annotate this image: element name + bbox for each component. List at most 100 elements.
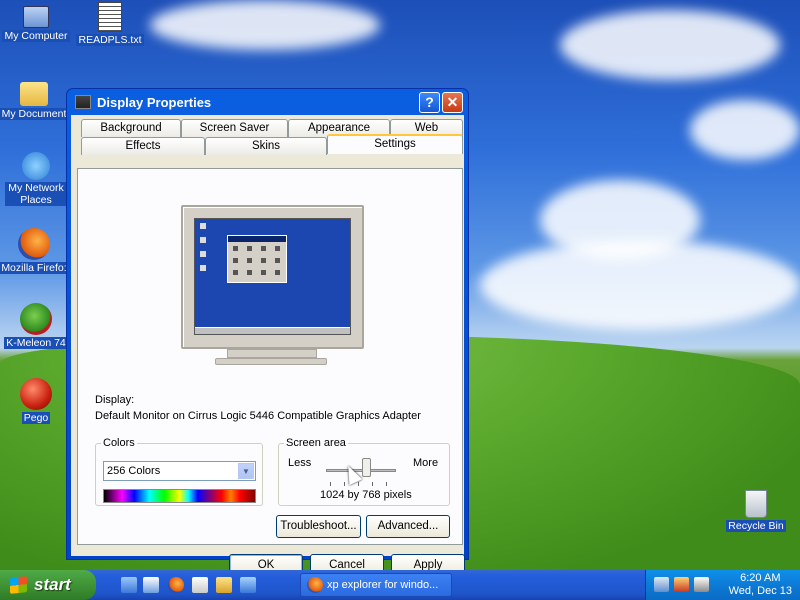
dialog-body: Background Screen Saver Appearance Web E… <box>71 115 465 577</box>
start-button[interactable]: start <box>0 570 96 600</box>
colors-group: Colors 256 Colors ▼ <box>95 437 263 506</box>
desktop-icon-label: K-Meleon 74 <box>4 337 68 349</box>
cloud <box>480 240 800 330</box>
cloud <box>690 100 800 160</box>
tab-settings[interactable]: Settings <box>327 134 463 154</box>
desktop-icon-label: My Computer <box>2 30 70 42</box>
pego-icon <box>20 378 52 410</box>
chevron-down-icon[interactable]: ▼ <box>238 463 254 479</box>
monitor-base <box>215 358 327 365</box>
colors-selected-value: 256 Colors <box>107 465 161 477</box>
more-label: More <box>413 457 439 469</box>
notepad-icon[interactable] <box>192 577 208 593</box>
firefox-quicklaunch-icon[interactable] <box>168 577 184 593</box>
media-icon[interactable] <box>240 577 256 593</box>
mini-icon <box>261 246 266 251</box>
mini-icon <box>261 270 266 275</box>
mini-icon <box>247 258 252 263</box>
color-palette-bar <box>103 489 256 503</box>
desktop-icon-network-places[interactable]: My Network Places <box>0 152 74 206</box>
clock-time: 6:20 AM <box>740 572 781 584</box>
less-label: Less <box>288 457 312 469</box>
show-desktop-icon[interactable] <box>121 577 137 593</box>
desktop-icon-label: Recycle Bin <box>726 520 786 532</box>
firefox-icon <box>18 228 50 260</box>
resolution-slider-track[interactable] <box>326 469 396 472</box>
screen-area-legend: Screen area <box>284 437 348 449</box>
clock-date: Wed, Dec 13 <box>728 585 792 597</box>
display-tray-icon[interactable] <box>694 577 709 592</box>
tab-effects[interactable]: Effects <box>81 137 205 155</box>
system-tray: 6:20 AM Wed, Dec 13 <box>645 570 800 600</box>
screen-area-group: Screen area Less More 1024 by 768 pixels <box>278 437 450 506</box>
desktop-icon-label: Mozilla Firefo: <box>0 262 69 274</box>
resolution-slider-thumb[interactable] <box>362 458 371 477</box>
desktop-icon-readpls[interactable]: READPLS.txt <box>72 2 148 46</box>
mini-icon <box>261 258 266 263</box>
recycle-bin-icon <box>745 490 767 518</box>
tab-screen-saver[interactable]: Screen Saver <box>181 119 288 137</box>
desktop-icon-my-documents[interactable]: My Document <box>0 78 72 120</box>
settings-panel: Display: Default Monitor on Cirrus Logic… <box>77 168 463 545</box>
resolution-value: 1024 by 768 pixels <box>320 489 412 501</box>
mini-icon <box>247 270 252 275</box>
mini-window-titlebar <box>228 236 286 242</box>
slider-tick <box>330 482 331 486</box>
clock[interactable]: 6:20 AM Wed, Dec 13 <box>729 572 792 598</box>
tab-background[interactable]: Background <box>81 119 181 137</box>
start-label: start <box>34 575 71 594</box>
monitor-screen <box>194 218 351 335</box>
text-file-icon <box>98 2 122 32</box>
monitor-preview <box>181 205 364 349</box>
mini-icon <box>233 246 238 251</box>
mini-taskbar <box>195 327 350 334</box>
mini-desktop-icon <box>200 237 206 243</box>
troubleshoot-button[interactable]: Troubleshoot... <box>276 515 361 538</box>
desktop-icon-label: READPLS.txt <box>76 34 144 46</box>
mini-icon <box>247 246 252 251</box>
desktop-icon-k-meleon[interactable]: K-Meleon 74 <box>0 303 74 349</box>
search-icon[interactable] <box>216 577 232 593</box>
tab-skins[interactable]: Skins <box>205 137 327 155</box>
computer-icon <box>23 6 49 28</box>
desktop-icon-firefox[interactable]: Mozilla Firefo: <box>0 228 72 274</box>
desktop-icon-label: My Document <box>0 108 69 120</box>
mini-icon <box>233 270 238 275</box>
colors-dropdown[interactable]: 256 Colors ▼ <box>103 461 256 481</box>
monitor-stand <box>227 349 317 358</box>
taskbar-item-firefox[interactable]: xp explorer for windo... <box>300 573 452 597</box>
windows-flag-icon <box>10 576 27 594</box>
taskbar: start xp explorer for windo... 6:20 AM W… <box>0 570 800 600</box>
mini-icon <box>275 270 280 275</box>
desktop-icon-recycle-bin[interactable]: Recycle Bin <box>718 490 794 532</box>
mini-icon <box>275 246 280 251</box>
mini-icon <box>233 258 238 263</box>
display-icon <box>75 95 91 109</box>
display-label: Display: <box>95 394 135 406</box>
display-adapter-value: Default Monitor on Cirrus Logic 5446 Com… <box>95 410 421 422</box>
firefox-icon <box>307 577 323 593</box>
network-icon <box>22 152 50 180</box>
security-tray-icon[interactable] <box>674 577 689 592</box>
advanced-button[interactable]: Advanced... <box>366 515 450 538</box>
close-button[interactable]: ✕ <box>442 92 463 113</box>
title-bar[interactable]: Display Properties ? ✕ <box>71 89 464 115</box>
desktop-icon-pego[interactable]: Pego <box>0 378 74 424</box>
slider-tick <box>372 482 373 486</box>
colors-legend: Colors <box>101 437 137 449</box>
folder-icon <box>20 82 48 106</box>
desktop-icon-label: My Network Places <box>5 182 67 206</box>
taskbar-item-label: xp explorer for windo... <box>327 579 439 591</box>
display-properties-window[interactable]: Display Properties ? ✕ Background Screen… <box>66 88 469 577</box>
desktop-icon-label: Pego <box>21 412 51 424</box>
explorer-icon[interactable] <box>143 577 159 593</box>
slider-tick <box>344 482 345 486</box>
mini-desktop-icon <box>200 265 206 271</box>
mini-desktop-icon <box>200 223 206 229</box>
slider-tick <box>358 482 359 486</box>
desktop-icon-my-computer[interactable]: My Computer <box>0 2 74 42</box>
network-tray-icon[interactable] <box>654 577 669 592</box>
mini-icon <box>275 258 280 263</box>
help-button[interactable]: ? <box>419 92 440 113</box>
cloud <box>560 10 780 80</box>
